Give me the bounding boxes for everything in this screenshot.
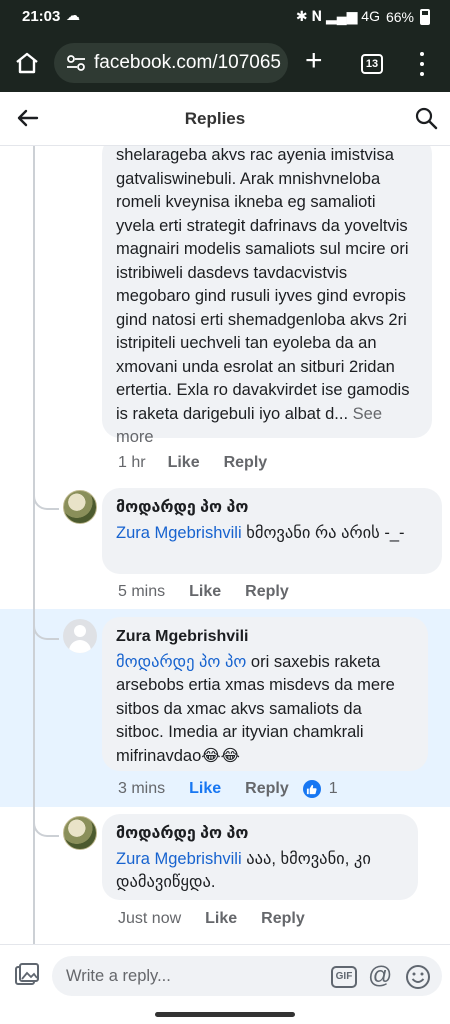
reply-button[interactable]: Reply — [245, 583, 289, 601]
comment-author[interactable]: Zura Mgebrishvili — [116, 625, 414, 649]
emoji-icon[interactable] — [405, 964, 431, 990]
avatar[interactable] — [63, 619, 97, 653]
reply-button[interactable]: Reply — [224, 454, 268, 472]
comment-time: Just now — [118, 910, 182, 927]
comment-author[interactable]: მოდარდე პო პო — [116, 496, 428, 520]
new-tab-button[interactable]: + — [305, 46, 323, 76]
comment-time: 5 mins — [118, 583, 166, 600]
reaction-count: 1 — [328, 780, 338, 797]
thumbs-up-icon[interactable] — [302, 780, 321, 798]
signal-icons: ✱ 𝐍 ▂▄▆ 4G — [295, 8, 380, 24]
site-settings-icon[interactable] — [66, 55, 86, 71]
photo-icon[interactable] — [14, 963, 40, 987]
avatar[interactable] — [63, 490, 97, 524]
status-bar: 21:03 ☁ ✱ 𝐍 ▂▄▆ 4G 66% — [0, 0, 450, 34]
reply-input[interactable]: Write a reply... GIF @ — [52, 956, 442, 996]
like-button[interactable]: Like — [189, 780, 221, 798]
tab-switcher-button[interactable]: 13 — [361, 54, 383, 74]
browser-toolbar: facebook.com/107065 + 13 — [0, 34, 450, 92]
like-button[interactable]: Like — [205, 910, 237, 928]
comment-actions: 1 hr Like Reply — [118, 454, 267, 472]
comment-bubble[interactable]: მოდარდე პო პო Zura Mgebrishvili ხმოვანი … — [102, 488, 442, 574]
search-icon[interactable] — [414, 106, 438, 130]
like-button[interactable]: Like — [189, 583, 221, 601]
comment-bubble[interactable]: Zura Mgebrishvili მოდარდე პო პო ori saxe… — [102, 617, 428, 771]
avatar[interactable] — [63, 816, 97, 850]
comment-bubble[interactable]: shelarageba akvs rac ayenia imistvisa ga… — [102, 146, 432, 446]
replies-header: Replies — [0, 92, 450, 146]
page-title: Replies — [184, 109, 246, 128]
address-bar[interactable]: facebook.com/107065 — [54, 43, 288, 83]
comment-text: ხმოვანი რა არის -_- — [241, 523, 405, 542]
comment-time: 3 mins — [118, 780, 166, 797]
comment-actions: 3 mins Like Reply 1 — [118, 780, 338, 798]
comment-bubble[interactable]: მოდარდე პო პო Zura Mgebrishvili ააა, ხმო… — [102, 814, 418, 900]
mention-link[interactable]: Zura Mgebrishvili — [116, 524, 242, 542]
like-button[interactable]: Like — [168, 454, 200, 472]
mention-link[interactable]: მოდარდე პო პო — [116, 653, 246, 671]
clock: 21:03 — [22, 8, 61, 25]
comment-actions: Just now Like Reply — [118, 910, 305, 928]
reply-placeholder: Write a reply... — [66, 967, 171, 985]
comment-author[interactable]: მოდარდე პო პო — [116, 822, 404, 846]
home-icon[interactable] — [14, 51, 40, 75]
gesture-bar[interactable] — [155, 1012, 295, 1017]
comment-text: shelarageba akvs rac ayenia imistvisa ga… — [116, 146, 410, 423]
comment-actions: 5 mins Like Reply — [118, 583, 289, 601]
battery-icon — [420, 8, 430, 25]
browser-menu-icon[interactable] — [418, 52, 426, 76]
status-icons: ✱ 𝐍 ▂▄▆ 4G 66% — [296, 8, 430, 25]
cloud-icon: ☁ — [66, 7, 80, 23]
thread-connector — [33, 494, 59, 510]
reply-button[interactable]: Reply — [245, 780, 289, 798]
mention-link[interactable]: Zura Mgebrishvili — [116, 850, 242, 868]
comment-time: 1 hr — [118, 454, 146, 471]
gif-icon[interactable]: GIF — [331, 966, 357, 988]
reply-composer: Write a reply... GIF @ — [0, 944, 450, 1024]
mention-icon[interactable]: @ — [368, 962, 392, 990]
reply-button[interactable]: Reply — [261, 910, 305, 928]
url-text: facebook.com/107065 — [94, 52, 281, 73]
thread-connector — [33, 821, 59, 837]
battery-percent: 66% — [385, 8, 414, 25]
reply-thread: shelarageba akvs rac ayenia imistvisa ga… — [0, 146, 450, 944]
